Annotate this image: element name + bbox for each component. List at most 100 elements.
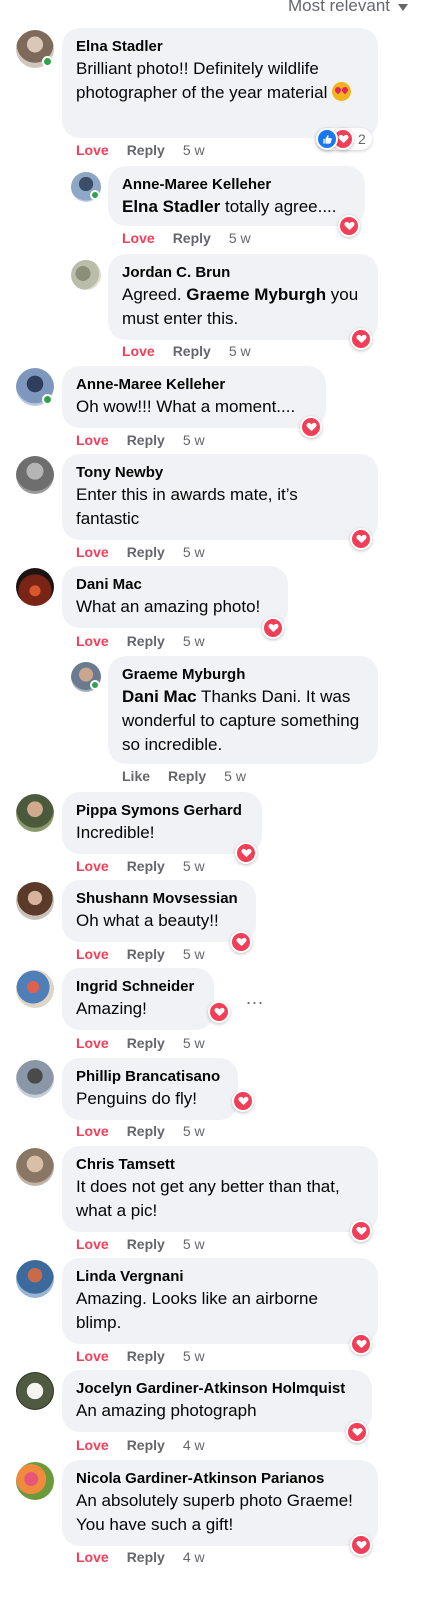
reaction-summary[interactable]: 2 bbox=[316, 128, 372, 150]
reaction-summary[interactable] bbox=[350, 528, 372, 550]
reaction-summary[interactable] bbox=[235, 842, 257, 864]
comment-text: Incredible! bbox=[76, 823, 155, 842]
commenter-name[interactable]: Shushann Movsessian bbox=[76, 889, 242, 909]
comment-bubble: Chris Tamsett It does not get any better… bbox=[62, 1146, 378, 1232]
love-reaction-icon bbox=[350, 1220, 372, 1242]
avatar[interactable] bbox=[16, 1148, 54, 1186]
love-button[interactable]: Love bbox=[76, 946, 109, 962]
reply-button[interactable]: Reply bbox=[127, 858, 165, 874]
mention-link[interactable]: Elna Stadler bbox=[122, 197, 220, 216]
commenter-name[interactable]: Ingrid Schneider bbox=[76, 977, 200, 997]
reaction-summary[interactable] bbox=[350, 328, 372, 350]
reply-button[interactable]: Reply bbox=[127, 1549, 165, 1565]
avatar[interactable] bbox=[16, 882, 54, 920]
commenter-name[interactable]: Jordan C. Brun bbox=[122, 263, 364, 283]
love-button[interactable]: Love bbox=[76, 858, 109, 874]
reply-button[interactable]: Reply bbox=[168, 768, 206, 784]
reaction-summary[interactable] bbox=[300, 416, 322, 438]
commenter-name[interactable]: Anne-Maree Kelleher bbox=[122, 175, 351, 195]
avatar[interactable] bbox=[16, 1060, 54, 1098]
reaction-summary[interactable] bbox=[346, 1421, 368, 1443]
sort-dropdown[interactable]: Most relevant bbox=[288, 0, 408, 16]
timestamp[interactable]: 5 w bbox=[183, 142, 205, 158]
reply-button[interactable]: Reply bbox=[173, 343, 211, 359]
timestamp[interactable]: 4 w bbox=[183, 1437, 205, 1453]
commenter-name[interactable]: Phillip Brancatisano bbox=[76, 1067, 224, 1087]
comment-bubble: Graeme Myburgh Dani Mac Thanks Dani. It … bbox=[108, 656, 378, 764]
comment-actions: Love Reply 5 w bbox=[76, 142, 223, 158]
timestamp[interactable]: 5 w bbox=[224, 768, 246, 784]
timestamp[interactable]: 5 w bbox=[183, 633, 205, 649]
comment-actions: Love Reply 5 w bbox=[76, 858, 223, 874]
commenter-name[interactable]: Chris Tamsett bbox=[76, 1155, 364, 1175]
reply-button[interactable]: Reply bbox=[127, 544, 165, 560]
timestamp[interactable]: 4 w bbox=[183, 1549, 205, 1565]
love-button[interactable]: Love bbox=[76, 1348, 109, 1364]
reaction-summary[interactable] bbox=[262, 617, 284, 639]
timestamp[interactable]: 5 w bbox=[183, 432, 205, 448]
avatar[interactable] bbox=[16, 568, 54, 606]
mention-link[interactable]: Dani Mac bbox=[122, 687, 197, 706]
avatar[interactable] bbox=[16, 456, 54, 494]
love-button[interactable]: Love bbox=[76, 432, 109, 448]
commenter-name[interactable]: Nicola Gardiner-Atkinson Parianos bbox=[76, 1469, 364, 1489]
reaction-summary[interactable] bbox=[230, 931, 252, 953]
avatar[interactable] bbox=[71, 260, 101, 290]
commenter-name[interactable]: Tony Newby bbox=[76, 463, 364, 483]
love-button[interactable]: Love bbox=[76, 1236, 109, 1252]
reaction-summary[interactable] bbox=[338, 215, 360, 237]
timestamp[interactable]: 5 w bbox=[229, 343, 251, 359]
love-reaction-icon bbox=[350, 1333, 372, 1355]
reply-button[interactable]: Reply bbox=[127, 1437, 165, 1453]
love-button[interactable]: Love bbox=[76, 544, 109, 560]
timestamp[interactable]: 5 w bbox=[183, 544, 205, 560]
reply-button[interactable]: Reply bbox=[127, 1035, 165, 1051]
commenter-name[interactable]: Pippa Symons Gerhard bbox=[76, 801, 248, 821]
reply-button[interactable]: Reply bbox=[127, 946, 165, 962]
reaction-summary[interactable] bbox=[350, 1220, 372, 1242]
timestamp[interactable]: 5 w bbox=[183, 1123, 205, 1139]
mention-link[interactable]: Graeme Myburgh bbox=[186, 285, 326, 304]
timestamp[interactable]: 5 w bbox=[183, 1236, 205, 1252]
like-button[interactable]: Like bbox=[122, 768, 150, 784]
love-reaction-icon bbox=[232, 1090, 254, 1112]
reaction-summary[interactable] bbox=[350, 1333, 372, 1355]
commenter-name[interactable]: Elna Stadler bbox=[76, 37, 364, 57]
reaction-summary[interactable] bbox=[232, 1090, 254, 1112]
love-button[interactable]: Love bbox=[76, 633, 109, 649]
reaction-count: 2 bbox=[358, 131, 366, 147]
timestamp[interactable]: 5 w bbox=[183, 946, 205, 962]
timestamp[interactable]: 5 w bbox=[183, 1348, 205, 1364]
reply-button[interactable]: Reply bbox=[173, 230, 211, 246]
commenter-name[interactable]: Linda Vergnani bbox=[76, 1267, 364, 1287]
love-button[interactable]: Love bbox=[122, 343, 155, 359]
timestamp[interactable]: 5 w bbox=[229, 230, 251, 246]
reply-button[interactable]: Reply bbox=[127, 1236, 165, 1252]
timestamp[interactable]: 5 w bbox=[183, 1035, 205, 1051]
reaction-summary[interactable] bbox=[350, 1534, 372, 1556]
commenter-name[interactable]: Dani Mac bbox=[76, 575, 274, 595]
love-button[interactable]: Love bbox=[76, 142, 109, 158]
love-button[interactable]: Love bbox=[76, 1035, 109, 1051]
avatar[interactable] bbox=[16, 1372, 54, 1410]
reply-button[interactable]: Reply bbox=[127, 1123, 165, 1139]
timestamp[interactable]: 5 w bbox=[183, 858, 205, 874]
avatar[interactable] bbox=[16, 970, 54, 1008]
avatar[interactable] bbox=[16, 1260, 54, 1298]
avatar[interactable] bbox=[16, 1462, 54, 1500]
love-button[interactable]: Love bbox=[76, 1123, 109, 1139]
comment-bubble: Phillip Brancatisano Penguins do fly! bbox=[62, 1058, 238, 1120]
more-options-icon[interactable]: ... bbox=[246, 988, 264, 1009]
love-button[interactable]: Love bbox=[122, 230, 155, 246]
love-button[interactable]: Love bbox=[76, 1549, 109, 1565]
avatar[interactable] bbox=[16, 794, 54, 832]
commenter-name[interactable]: Graeme Myburgh bbox=[122, 665, 364, 685]
commenter-name[interactable]: Jocelyn Gardiner-Atkinson Holmquist bbox=[76, 1379, 358, 1399]
reply-button[interactable]: Reply bbox=[127, 142, 165, 158]
reply-button[interactable]: Reply bbox=[127, 633, 165, 649]
commenter-name[interactable]: Anne-Maree Kelleher bbox=[76, 375, 312, 395]
reply-button[interactable]: Reply bbox=[127, 1348, 165, 1364]
reaction-summary[interactable] bbox=[208, 1001, 230, 1023]
love-button[interactable]: Love bbox=[76, 1437, 109, 1453]
reply-button[interactable]: Reply bbox=[127, 432, 165, 448]
